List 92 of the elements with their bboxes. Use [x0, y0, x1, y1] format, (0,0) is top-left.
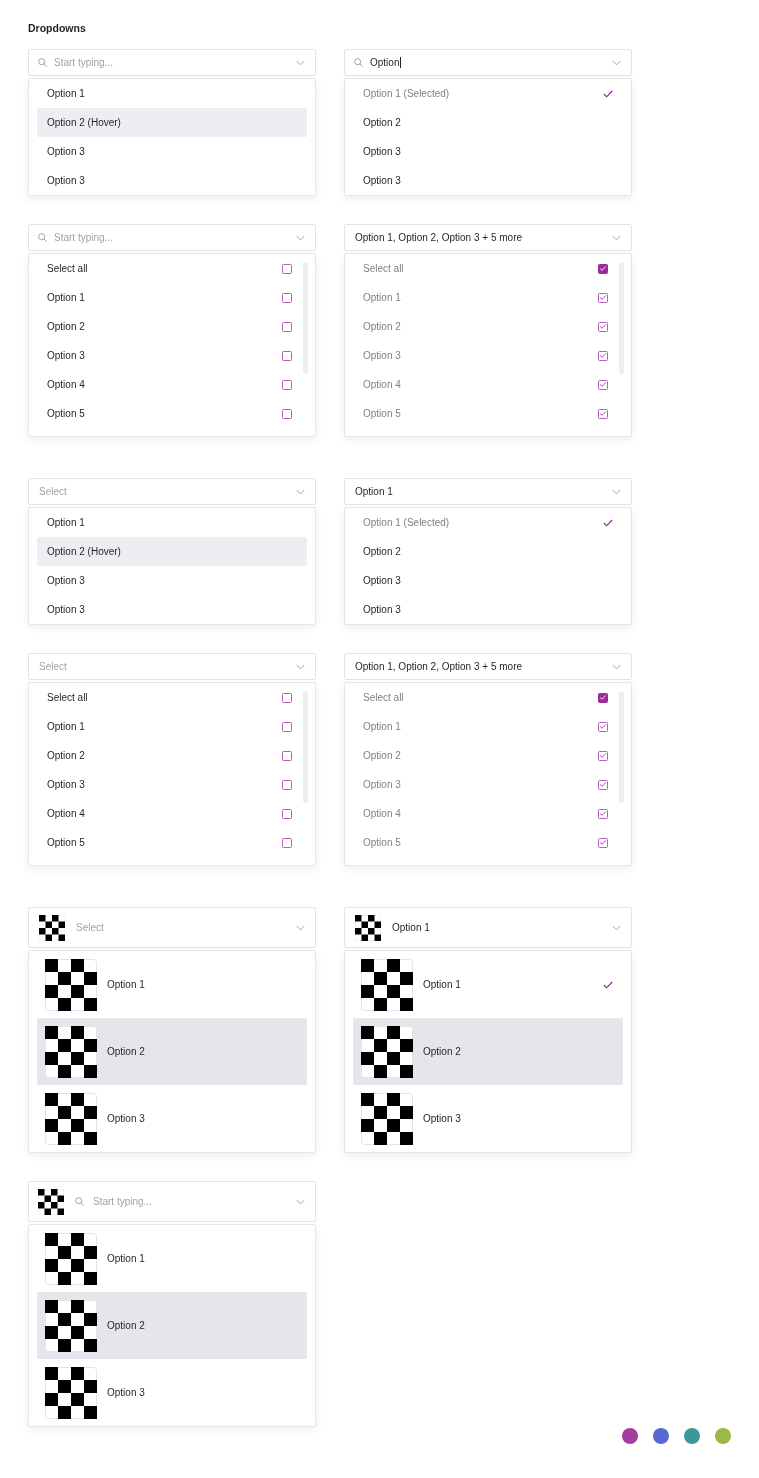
checkbox[interactable]: [598, 750, 608, 761]
swatch-icon[interactable]: [715, 1428, 731, 1444]
checkbox[interactable]: [598, 292, 608, 303]
menu-option[interactable]: Option 3: [353, 595, 623, 624]
menu-option[interactable]: Option 3: [37, 166, 307, 195]
menu-option[interactable]: Option 1: [353, 283, 623, 312]
menu-option[interactable]: Option 1: [37, 951, 307, 1018]
checkbox[interactable]: [282, 379, 292, 390]
menu-option[interactable]: Option 3: [37, 1085, 307, 1152]
checkbox[interactable]: [282, 408, 292, 419]
checkerboard-thumbnail: [45, 1092, 97, 1145]
menu-option[interactable]: Option 4: [353, 799, 623, 828]
checkbox[interactable]: [598, 837, 608, 848]
checkbox[interactable]: [598, 263, 608, 274]
menu-option[interactable]: Option 5: [37, 399, 307, 428]
checkbox[interactable]: [282, 721, 292, 732]
menu-option[interactable]: Option 1: [37, 508, 307, 537]
checkbox[interactable]: [282, 808, 292, 819]
checkbox[interactable]: [282, 350, 292, 361]
menu-option[interactable]: Select all: [37, 254, 307, 283]
checkbox[interactable]: [282, 263, 292, 274]
search-field[interactable]: Option: [344, 49, 632, 76]
menu-option[interactable]: Option 1: [37, 1225, 307, 1292]
menu-option[interactable]: Option 1: [37, 283, 307, 312]
swatch-icon[interactable]: [622, 1428, 638, 1444]
menu-option[interactable]: Option 3: [353, 137, 623, 166]
checkerboard-thumbnail: [361, 958, 413, 1011]
menu-option[interactable]: Option 1: [353, 712, 623, 741]
select-field[interactable]: Option 1: [344, 478, 632, 505]
menu-option[interactable]: Option 2 (Hover): [37, 108, 307, 137]
menu-option[interactable]: Option 1 (Selected): [353, 508, 623, 537]
menu-option[interactable]: Option 5: [353, 828, 623, 857]
checkbox[interactable]: [598, 321, 608, 332]
menu-option[interactable]: Option 1: [353, 951, 623, 1018]
page-title: Dropdowns: [28, 21, 86, 35]
menu-option[interactable]: Option 3: [37, 595, 307, 624]
swatch-icon[interactable]: [684, 1428, 700, 1444]
checkerboard-thumbnail: [361, 1092, 413, 1145]
menu-option[interactable]: Option 3: [353, 770, 623, 799]
checkerboard-thumbnail: [45, 1025, 97, 1078]
menu-option[interactable]: Option 5: [37, 828, 307, 857]
checkbox[interactable]: [282, 692, 292, 703]
menu-option[interactable]: Option 5: [353, 399, 623, 428]
select-field[interactable]: Option 1: [344, 907, 632, 948]
menu-option[interactable]: Select all: [353, 254, 623, 283]
menu-option[interactable]: Option 3: [37, 566, 307, 595]
menu-option[interactable]: Option 2 (Hover): [37, 537, 307, 566]
menu-option[interactable]: Option 2: [353, 537, 623, 566]
select-field[interactable]: Option 1, Option 2, Option 3 + 5 more: [344, 653, 632, 680]
checkbox[interactable]: [282, 750, 292, 761]
menu-option[interactable]: Option 2: [353, 108, 623, 137]
checkerboard-thumbnail: [45, 1366, 97, 1419]
checkbox[interactable]: [598, 808, 608, 819]
checkbox[interactable]: [282, 837, 292, 848]
menu-option[interactable]: Option 3: [37, 1359, 307, 1426]
menu-option[interactable]: Option 2: [353, 312, 623, 341]
menu-option[interactable]: Option 3: [353, 1085, 623, 1152]
checkbox[interactable]: [282, 292, 292, 303]
menu-option[interactable]: Select all: [37, 683, 307, 712]
checkerboard-thumbnail: [361, 1025, 413, 1078]
checkerboard-thumbnail: [45, 1232, 97, 1285]
menu-option[interactable]: Option 2: [37, 312, 307, 341]
menu-option[interactable]: Option 3: [37, 770, 307, 799]
menu-option[interactable]: Option 3: [353, 566, 623, 595]
menu-option[interactable]: Option 4: [353, 370, 623, 399]
checkbox[interactable]: [598, 779, 608, 790]
menu-option[interactable]: Option 2: [353, 741, 623, 770]
menu-option[interactable]: Option 2: [37, 741, 307, 770]
menu-option[interactable]: Option 1 (Selected): [353, 79, 623, 108]
checkbox[interactable]: [282, 779, 292, 790]
menu-option[interactable]: Select all: [353, 683, 623, 712]
menu-option[interactable]: Option 4: [37, 799, 307, 828]
checkbox[interactable]: [598, 350, 608, 361]
checkbox[interactable]: [598, 692, 608, 703]
menu-option[interactable]: Option 2: [37, 1018, 307, 1085]
checkbox[interactable]: [598, 721, 608, 732]
menu-option[interactable]: Option 1: [37, 79, 307, 108]
checkerboard-thumbnail: [45, 958, 97, 1011]
checkbox[interactable]: [598, 379, 608, 390]
menu-option[interactable]: Option 3: [37, 341, 307, 370]
menu-option[interactable]: Option 1: [37, 712, 307, 741]
menu-option[interactable]: Option 2: [353, 1018, 623, 1085]
menu-option[interactable]: Option 4: [37, 370, 307, 399]
checkbox[interactable]: [598, 408, 608, 419]
checkerboard-thumbnail: [45, 1299, 97, 1352]
menu-option[interactable]: Option 3: [37, 137, 307, 166]
menu-option[interactable]: Option 3: [353, 166, 623, 195]
menu-option[interactable]: Option 2: [37, 1292, 307, 1359]
swatch-icon[interactable]: [653, 1428, 669, 1444]
checkbox[interactable]: [282, 321, 292, 332]
menu-option[interactable]: Option 3: [353, 341, 623, 370]
select-field[interactable]: Option 1, Option 2, Option 3 + 5 more: [344, 224, 632, 251]
